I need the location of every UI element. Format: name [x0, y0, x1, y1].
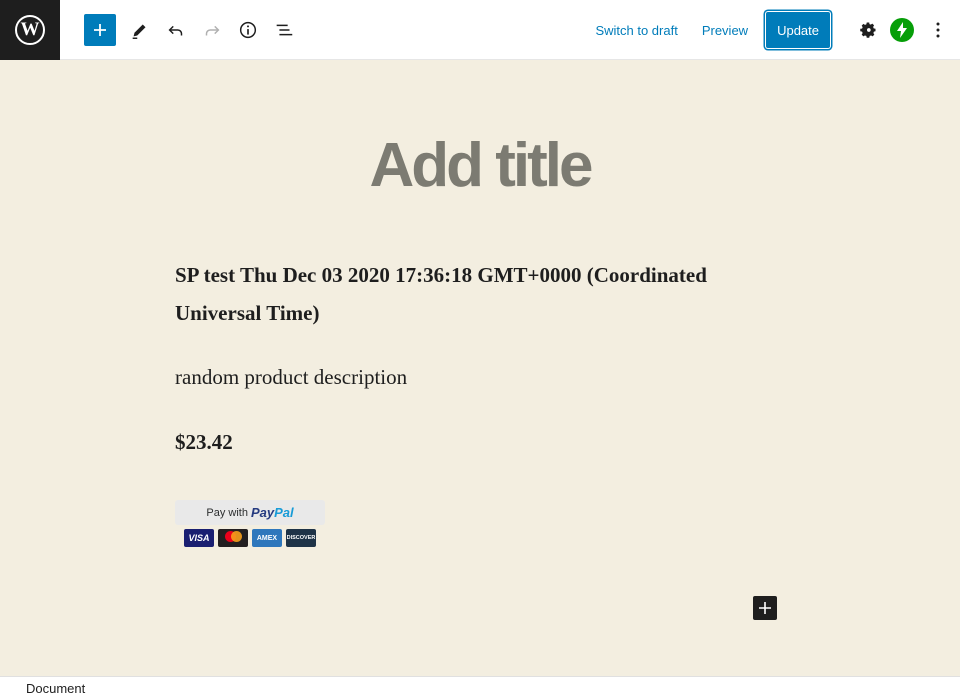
pencil-icon — [132, 24, 146, 39]
plus-icon — [94, 23, 106, 36]
redo-button[interactable] — [194, 12, 230, 48]
list-view-icon — [276, 24, 293, 35]
card-logos: VISA AMEX DISCOVER — [175, 529, 325, 547]
undo-icon — [168, 25, 183, 35]
discover-icon: DISCOVER — [286, 529, 316, 547]
jetpack-icon — [897, 22, 907, 38]
visa-icon: VISA — [184, 529, 214, 547]
mastercard-icon — [218, 529, 248, 547]
paypal-logo: PayPal — [250, 505, 294, 520]
block-inserter-button[interactable] — [753, 596, 777, 620]
post-title-input[interactable]: Add title — [0, 130, 960, 201]
paypal-button-block[interactable]: Pay with PayPal VISA AMEX DISCOVER — [175, 500, 325, 549]
editor-toolbar: W Switch to draft Preview Update — [0, 0, 960, 60]
breadcrumb-document[interactable]: Document — [26, 681, 85, 696]
preview-button[interactable]: Preview — [690, 23, 760, 38]
options-button[interactable] — [924, 12, 952, 48]
block-breadcrumb-bar: Document — [0, 676, 960, 700]
amex-icon: AMEX — [252, 529, 282, 547]
heading-block[interactable]: SP test Thu Dec 03 2020 17:36:18 GMT+000… — [175, 256, 755, 332]
post-content: SP test Thu Dec 03 2020 17:36:18 GMT+000… — [175, 256, 755, 455]
more-vertical-icon — [936, 22, 940, 38]
toolbar-right: Switch to draft Preview Update — [583, 0, 960, 60]
update-button[interactable]: Update — [766, 12, 830, 48]
paragraph-block[interactable]: random product description — [175, 362, 755, 392]
plus-icon — [759, 602, 771, 614]
jetpack-button[interactable] — [890, 18, 914, 42]
list-view-button[interactable] — [266, 12, 302, 48]
paypal-button[interactable]: Pay with PayPal — [175, 500, 325, 525]
wordpress-logo-button[interactable]: W — [0, 0, 60, 60]
redo-icon — [205, 25, 220, 35]
gear-icon — [860, 22, 876, 38]
wordpress-logo-icon: W — [15, 14, 45, 45]
undo-button[interactable] — [158, 12, 194, 48]
add-block-button[interactable] — [84, 13, 116, 46]
settings-button[interactable] — [850, 12, 886, 48]
tools-button[interactable] — [122, 12, 158, 48]
switch-to-draft-button[interactable]: Switch to draft — [583, 23, 689, 38]
details-button[interactable] — [230, 12, 266, 48]
price-block[interactable]: $23.42 — [175, 430, 755, 455]
info-icon — [239, 21, 257, 38]
pay-with-label: Pay with — [206, 506, 248, 519]
toolbar-left — [84, 12, 302, 48]
